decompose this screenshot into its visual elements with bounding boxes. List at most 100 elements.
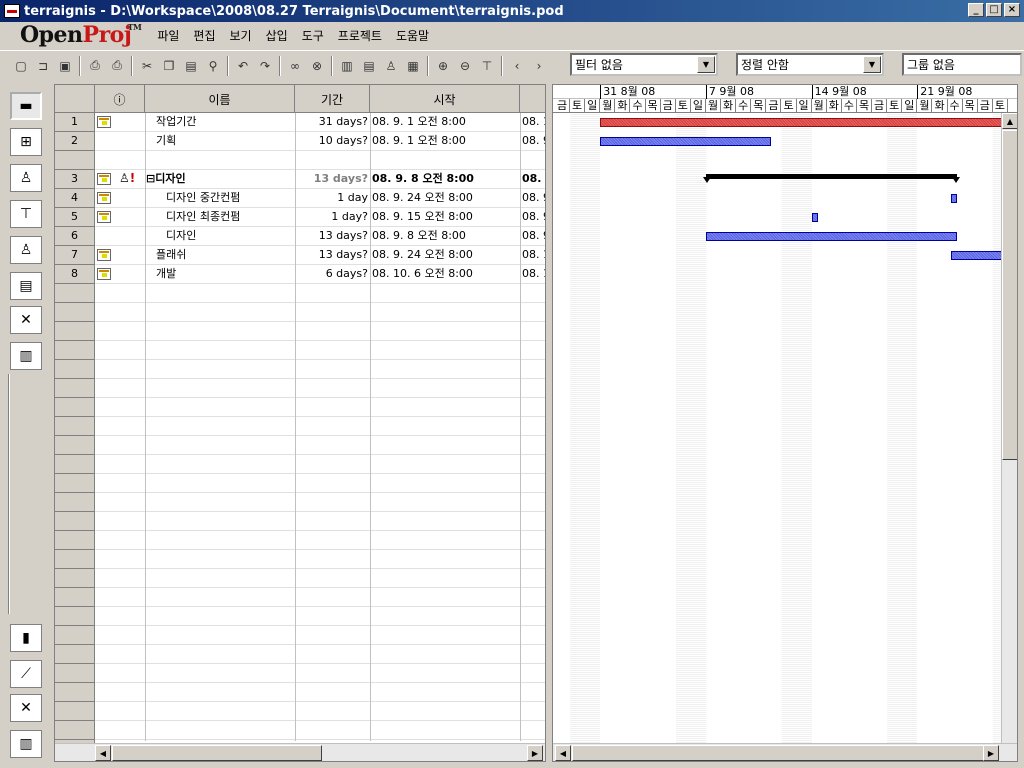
chevron-down-icon[interactable]: ▼ <box>697 56 715 73</box>
table-row[interactable] <box>55 645 545 664</box>
task-duration-cell[interactable]: 13 days? <box>296 227 368 246</box>
scroll-to-task-icon[interactable]: ⊤ <box>476 55 498 77</box>
redo-icon[interactable]: ↷ <box>254 55 276 77</box>
row-number[interactable] <box>55 151 95 170</box>
paste-icon[interactable]: ▤ <box>180 55 202 77</box>
resources-view-icon[interactable]: ♙ <box>10 164 42 192</box>
row-number[interactable]: 6 <box>55 227 95 246</box>
rbs-view-icon[interactable]: ♙ <box>10 236 42 264</box>
table-row[interactable] <box>55 455 545 474</box>
row-number[interactable] <box>55 512 95 531</box>
resource-icon[interactable]: ♙ <box>380 55 402 77</box>
task-usage-detail-icon[interactable]: ✕ <box>10 694 42 722</box>
task-start-cell[interactable]: 08. 9. 8 오전 8:00 <box>372 227 519 246</box>
report-view-icon[interactable]: ▤ <box>10 272 42 300</box>
print-icon[interactable]: ⎙ <box>84 55 106 77</box>
table-row[interactable] <box>55 303 545 322</box>
task-finish-cell[interactable]: 08. 9 <box>522 208 545 227</box>
row-number[interactable]: 2 <box>55 132 95 151</box>
task-start-cell[interactable]: 08. 9. 1 오전 8:00 <box>372 113 519 132</box>
charts-view-icon[interactable]: ⟋ <box>10 660 42 688</box>
task-duration-cell[interactable]: 13 days? <box>296 246 368 265</box>
table-row[interactable]: 6 디자인13 days?08. 9. 8 오전 8:0008. 9 <box>55 227 545 246</box>
task-name-cell[interactable]: 개발 <box>156 265 294 284</box>
gantt-view-icon[interactable]: ▬ <box>10 92 42 120</box>
row-number[interactable]: 4 <box>55 189 95 208</box>
row-number[interactable] <box>55 550 95 569</box>
task-name-cell[interactable]: 디자인 최종컨펌 <box>166 208 294 227</box>
scroll-thumb[interactable] <box>112 745 322 761</box>
table-row[interactable] <box>55 683 545 702</box>
table-row[interactable] <box>55 417 545 436</box>
menu-tools[interactable]: 도구 <box>302 27 324 44</box>
task-start-cell[interactable] <box>372 151 519 170</box>
task-name-cell[interactable]: 디자인 <box>166 227 294 246</box>
table-row[interactable] <box>55 588 545 607</box>
gantt-bar-task-6[interactable] <box>706 232 957 241</box>
table-row[interactable] <box>55 436 545 455</box>
scroll-left-icon[interactable]: ◀ <box>555 745 571 761</box>
row-number[interactable] <box>55 626 95 645</box>
copy-icon[interactable]: ❐ <box>158 55 180 77</box>
task-finish-cell[interactable]: 08. 9 <box>522 189 545 208</box>
scroll-right-icon[interactable]: ▶ <box>527 745 543 761</box>
task-duration-cell[interactable]: 13 days? <box>296 170 368 189</box>
row-number[interactable] <box>55 683 95 702</box>
row-number[interactable] <box>55 607 95 626</box>
row-number[interactable] <box>55 303 95 322</box>
table-row[interactable] <box>55 474 545 493</box>
gantt-horizontal-scrollbar[interactable]: ◀ ▶ <box>553 743 1017 761</box>
open-icon[interactable]: ⊐ <box>32 55 54 77</box>
task-duration-cell[interactable]: 10 days? <box>296 132 368 151</box>
scroll-thumb[interactable] <box>572 745 992 761</box>
table-row[interactable] <box>55 493 545 512</box>
row-number[interactable] <box>55 284 95 303</box>
row-number[interactable] <box>55 721 95 740</box>
table-row[interactable]: 5 디자인 최종컨펌1 day?08. 9. 15 오전 8:0008. 9 <box>55 208 545 227</box>
table-horizontal-scrollbar[interactable]: ◀ ▶ <box>55 743 545 761</box>
task-duration-cell[interactable]: 6 days? <box>296 265 368 284</box>
next-icon[interactable]: › <box>528 55 550 77</box>
menu-view[interactable]: 보기 <box>230 27 252 44</box>
row-number[interactable] <box>55 341 95 360</box>
task-name-cell[interactable]: 기획 <box>156 132 294 151</box>
task-usage-view-icon[interactable]: ✕ <box>10 306 42 334</box>
task-finish-cell[interactable] <box>522 151 545 170</box>
row-number[interactable]: 5 <box>55 208 95 227</box>
gantt-summary-bar-task-3[interactable] <box>703 174 960 183</box>
task-name-cell[interactable]: ⊟디자인 <box>146 170 294 189</box>
task-duration-cell[interactable]: 1 day? <box>296 208 368 227</box>
table-row[interactable]: 4 디자인 중간컨펌1 day08. 9. 24 오전 8:0008. 9 <box>55 189 545 208</box>
scroll-left-icon[interactable]: ◀ <box>95 745 111 761</box>
table-row[interactable] <box>55 322 545 341</box>
table-row[interactable] <box>55 341 545 360</box>
task-name-cell[interactable]: 작업기간 <box>156 113 294 132</box>
print-preview-icon[interactable]: ⎙ <box>106 55 128 77</box>
table-row[interactable] <box>55 721 545 740</box>
unlink-icon[interactable]: ⊗ <box>306 55 328 77</box>
row-number[interactable] <box>55 436 95 455</box>
scroll-right-icon[interactable]: ▶ <box>983 745 999 761</box>
menu-edit[interactable]: 편집 <box>193 27 215 44</box>
table-row[interactable] <box>55 531 545 550</box>
task-start-cell[interactable]: 08. 9. 15 오전 8:00 <box>372 208 519 227</box>
task-duration-cell[interactable] <box>296 151 368 170</box>
scroll-thumb[interactable] <box>1002 130 1017 460</box>
row-number[interactable] <box>55 417 95 436</box>
table-row[interactable]: 1 작업기간31 days?08. 9. 1 오전 8:0008. 1 <box>55 113 545 132</box>
row-number[interactable]: 7 <box>55 246 95 265</box>
new-icon[interactable]: ▢ <box>10 55 32 77</box>
close-button[interactable]: × <box>1004 3 1020 17</box>
find-icon[interactable]: ⚲ <box>202 55 224 77</box>
task-finish-cell[interactable]: 08. 9 <box>522 132 545 151</box>
gantt-bar-task-4[interactable] <box>950 194 957 203</box>
filter-select[interactable]: 필터 없음 ▼ <box>570 53 718 76</box>
task-start-cell[interactable]: 08. 9. 1 오전 8:00 <box>372 132 519 151</box>
task-finish-cell[interactable]: 08. <box>522 170 545 189</box>
save-icon[interactable]: ▣ <box>54 55 76 77</box>
row-number[interactable] <box>55 398 95 417</box>
table-row[interactable]: 2 기획10 days?08. 9. 1 오전 8:0008. 9 <box>55 132 545 151</box>
row-number[interactable]: 1 <box>55 113 95 132</box>
task-name-cell[interactable]: 디자인 중간컨펌 <box>166 189 294 208</box>
link-icon[interactable]: ∞ <box>284 55 306 77</box>
